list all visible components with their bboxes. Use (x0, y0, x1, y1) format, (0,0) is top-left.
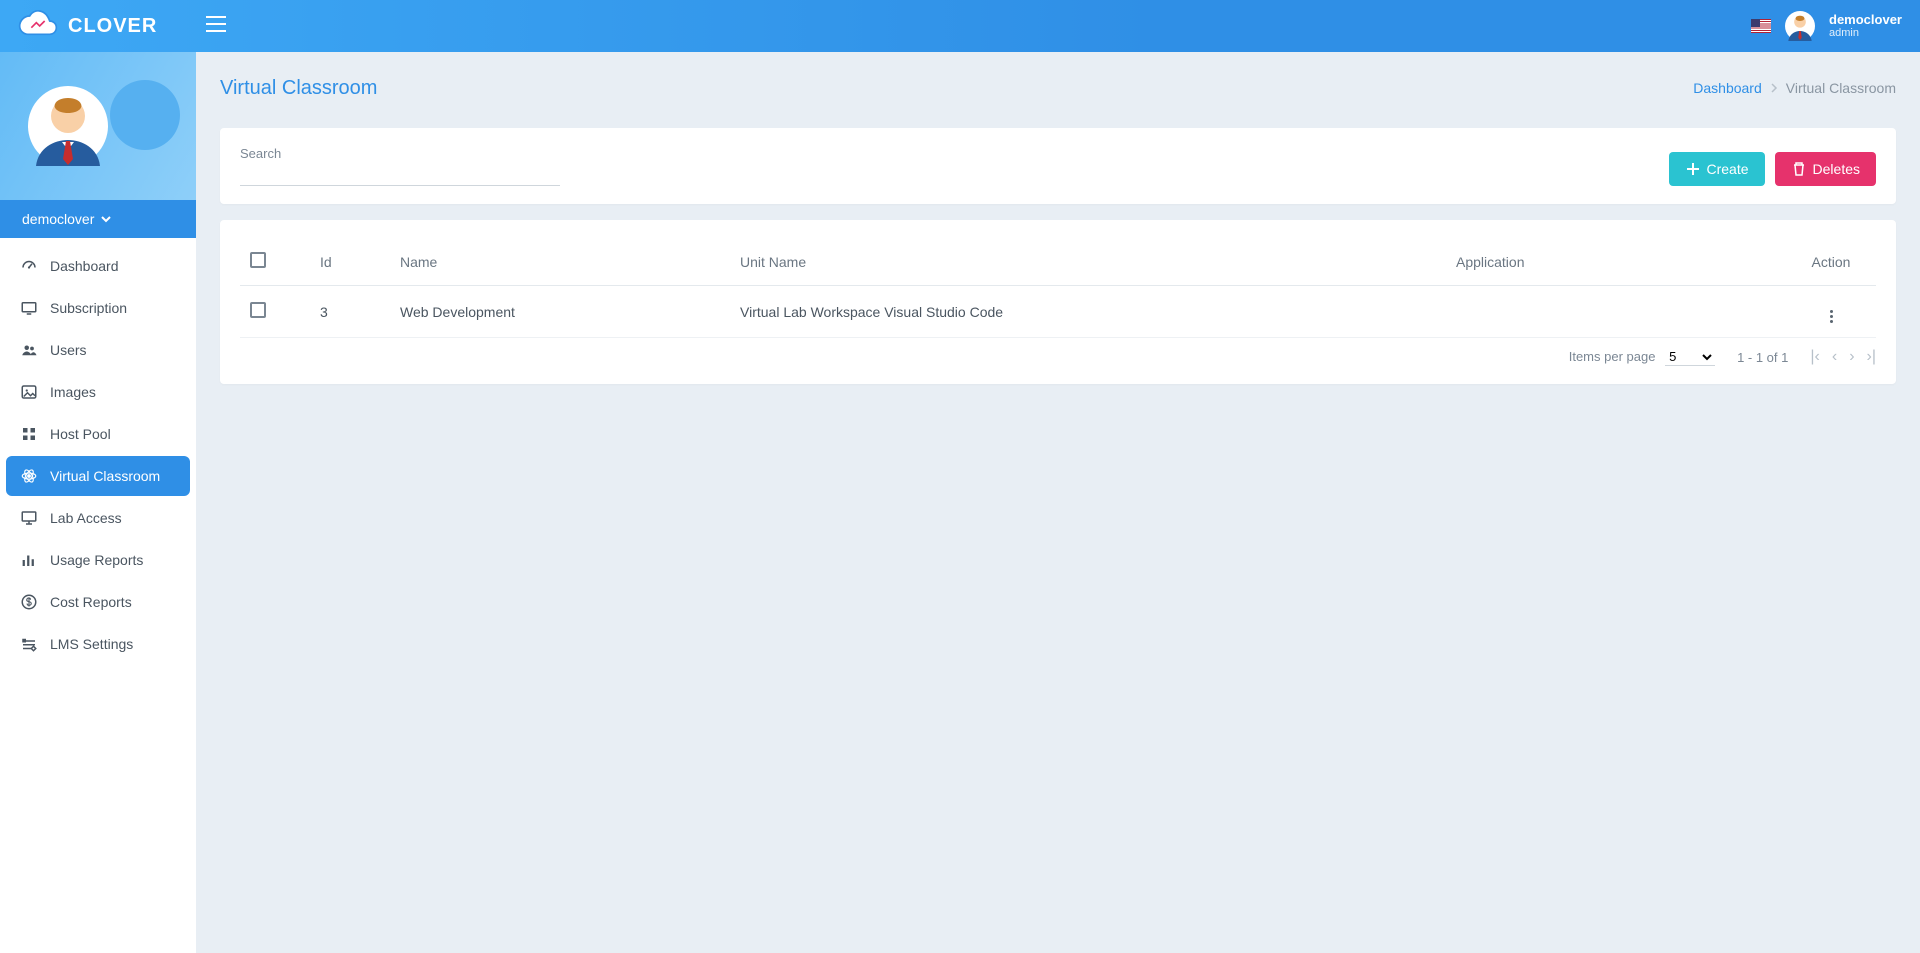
cell-id: 3 (310, 286, 390, 338)
toolbar-card: Search Create Deletes (220, 128, 1896, 204)
header-action: Action (1786, 238, 1876, 286)
main: Virtual Classroom Dashboard Virtual Clas… (196, 52, 1920, 953)
breadcrumb-current: Virtual Classroom (1786, 80, 1896, 96)
chevron-right-icon (1770, 83, 1778, 93)
cell-unit: Virtual Lab Workspace Visual Studio Code (730, 286, 1446, 338)
menu-toggle-button[interactable] (206, 16, 226, 37)
sidebar-item-lms-settings[interactable]: LMS Settings (6, 624, 190, 664)
topbar: CLOVER democlover admin (0, 0, 1920, 52)
create-button[interactable]: Create (1669, 152, 1765, 186)
sidebar-item-cost-reports[interactable]: Cost Reports (6, 582, 190, 622)
bar-chart-icon (20, 551, 38, 569)
breadcrumb-root[interactable]: Dashboard (1693, 80, 1762, 96)
sidebar-menu: Dashboard Subscription Users Images Host… (0, 238, 196, 672)
sidebar-avatar-icon (28, 86, 108, 166)
brand: CLOVER (18, 9, 200, 43)
sidebar-item-label: Usage Reports (50, 552, 143, 568)
search-input[interactable] (240, 165, 560, 186)
sidebar-item-dashboard[interactable]: Dashboard (6, 246, 190, 286)
topbar-right: democlover admin (1751, 11, 1902, 41)
breadcrumb: Dashboard Virtual Classroom (1693, 80, 1896, 96)
paginator: Items per page 5 1 - 1 of 1 |‹ ‹ › ›| (240, 338, 1876, 366)
sidebar-user-toggle[interactable]: democlover (0, 200, 196, 238)
sidebar-user-name: democlover (22, 211, 94, 227)
cell-name: Web Development (390, 286, 730, 338)
sidebar-item-lab-access[interactable]: Lab Access (6, 498, 190, 538)
sidebar-item-users[interactable]: Users (6, 330, 190, 370)
page-size-select[interactable]: 5 (1665, 348, 1715, 366)
sidebar-item-virtual-classroom[interactable]: Virtual Classroom (6, 456, 190, 496)
users-icon (20, 341, 38, 359)
top-user-role: admin (1829, 27, 1902, 39)
table-row: 3 Web Development Virtual Lab Workspace … (240, 286, 1876, 338)
dollar-icon (20, 593, 38, 611)
sidebar-item-subscription[interactable]: Subscription (6, 288, 190, 328)
sidebar-item-label: Lab Access (50, 510, 122, 526)
page-title: Virtual Classroom (220, 77, 377, 100)
sidebar-item-label: Users (50, 342, 87, 358)
sidebar-item-host-pool[interactable]: Host Pool (6, 414, 190, 454)
monitor-icon (20, 299, 38, 317)
sidebar-item-images[interactable]: Images (6, 372, 190, 412)
select-all-checkbox[interactable] (250, 252, 266, 268)
sidebar-item-label: Dashboard (50, 258, 119, 274)
row-actions-button[interactable] (1830, 310, 1833, 323)
delete-button[interactable]: Deletes (1775, 152, 1876, 186)
header-name: Name (390, 238, 730, 286)
table-card: Id Name Unit Name Application Action 3 W… (220, 220, 1896, 384)
sidebar: democlover Dashboard Subscription Users … (0, 52, 196, 953)
sidebar-item-label: LMS Settings (50, 636, 133, 652)
next-page-button[interactable]: › (1849, 348, 1854, 366)
page-range: 1 - 1 of 1 (1737, 350, 1788, 365)
prev-page-button[interactable]: ‹ (1832, 348, 1837, 366)
sidebar-item-label: Subscription (50, 300, 127, 316)
first-page-button[interactable]: |‹ (1810, 348, 1819, 366)
main-header: Virtual Classroom Dashboard Virtual Clas… (220, 64, 1896, 112)
sidebar-item-label: Virtual Classroom (50, 468, 160, 484)
chevron-down-icon (100, 213, 112, 225)
top-user-name: democlover (1829, 13, 1902, 27)
locale-flag-icon[interactable] (1751, 19, 1771, 33)
top-user[interactable]: democlover admin (1829, 13, 1902, 39)
header-id: Id (310, 238, 390, 286)
speedometer-icon (20, 257, 38, 275)
plus-icon (1685, 161, 1701, 177)
sidebar-header (0, 52, 196, 200)
sidebar-item-label: Cost Reports (50, 594, 132, 610)
sidebar-item-label: Host Pool (50, 426, 111, 442)
last-page-button[interactable]: ›| (1867, 348, 1876, 366)
grid-icon (20, 425, 38, 443)
search-field: Search (240, 146, 560, 186)
cell-app (1446, 286, 1786, 338)
items-per-page-label: Items per page (1569, 349, 1656, 364)
desktop-icon (20, 509, 38, 527)
logo-icon (18, 9, 58, 43)
search-label: Search (240, 146, 560, 161)
hamburger-icon (206, 16, 226, 32)
trash-icon (1791, 161, 1807, 177)
brand-text: CLOVER (68, 15, 157, 38)
sidebar-item-label: Images (50, 384, 96, 400)
delete-button-label: Deletes (1813, 161, 1860, 177)
image-icon (20, 383, 38, 401)
atom-icon (20, 467, 38, 485)
create-button-label: Create (1707, 161, 1749, 177)
header-app: Application (1446, 238, 1786, 286)
settings-icon (20, 635, 38, 653)
top-avatar-icon[interactable] (1785, 11, 1815, 41)
row-checkbox[interactable] (250, 302, 266, 318)
sidebar-item-usage-reports[interactable]: Usage Reports (6, 540, 190, 580)
classroom-table: Id Name Unit Name Application Action 3 W… (240, 238, 1876, 338)
header-unit: Unit Name (730, 238, 1446, 286)
